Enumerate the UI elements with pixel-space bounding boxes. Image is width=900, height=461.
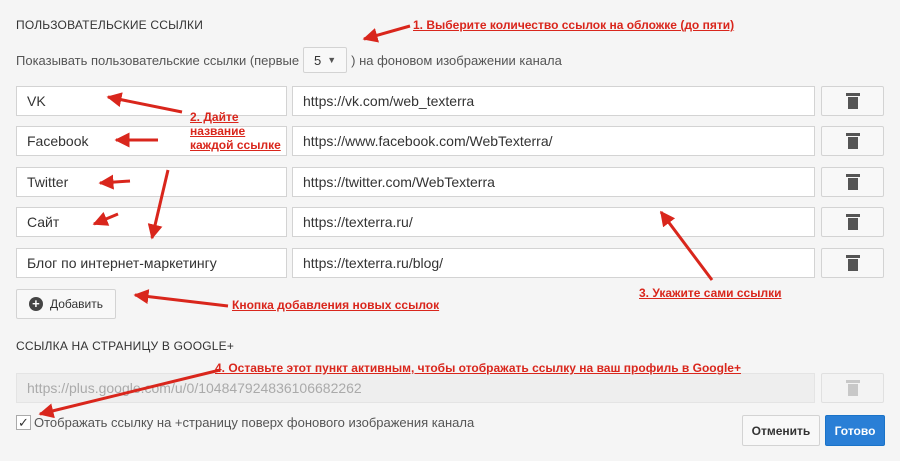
annotation-step3: 3. Укажите сами ссылки	[639, 286, 782, 300]
link-count-value: 5	[314, 52, 322, 68]
annotation-step2-line3: каждой ссылке	[190, 138, 281, 152]
link-url-input[interactable]: https://texterra.ru/	[292, 207, 815, 237]
trash-icon	[845, 214, 860, 230]
annotation-step2: 2. Дайте название каждой ссылке	[190, 110, 281, 152]
trash-icon	[845, 174, 860, 190]
show-suffix-text: ) на фоновом изображении канала	[351, 52, 562, 68]
link-count-select[interactable]: 5 ▼	[303, 47, 348, 73]
link-url-input[interactable]: https://vk.com/web_texterra	[292, 86, 815, 116]
done-button[interactable]: Готово	[825, 415, 885, 446]
arrow-add	[133, 289, 229, 308]
annotation-step2-line1: 2. Дайте	[190, 110, 239, 124]
annotation-step2-line2: название	[190, 124, 246, 138]
arrow-step1	[362, 24, 411, 43]
link-url-input[interactable]: https://www.facebook.com/WebTexterra/	[292, 126, 815, 156]
delete-link-button[interactable]	[821, 248, 884, 278]
gplus-section-title: ССЫЛКА НА СТРАНИЦУ В GOOGLE+	[16, 339, 235, 353]
gplus-checkbox-label: Отображать ссылку на +страницу поверх фо…	[34, 415, 475, 430]
trash-icon	[845, 380, 860, 396]
trash-icon	[845, 93, 860, 109]
annotation-step4: 4. Оставьте этот пункт активным, чтобы о…	[215, 361, 741, 375]
delete-link-button[interactable]	[821, 167, 884, 197]
link-url-input[interactable]: https://texterra.ru/blog/	[292, 248, 815, 278]
trash-icon	[845, 255, 860, 271]
show-prefix-text: Показывать пользовательские ссылки (перв…	[16, 52, 300, 68]
link-name-input[interactable]: Сайт	[16, 207, 287, 237]
gplus-url-input: https://plus.google.com/u/0/104847924836…	[16, 373, 815, 403]
links-section-title: ПОЛЬЗОВАТЕЛЬСКИЕ ССЫЛКИ	[16, 18, 204, 32]
gplus-show-checkbox[interactable]: ✓	[16, 415, 31, 430]
annotation-step1: 1. Выберите количество ссылок на обложке…	[413, 18, 735, 32]
checkmark-icon: ✓	[18, 415, 29, 430]
add-link-label: Добавить	[49, 297, 104, 311]
chevron-down-icon: ▼	[327, 55, 337, 65]
delete-link-button[interactable]	[821, 207, 884, 237]
delete-gplus-button	[821, 373, 884, 403]
add-link-button[interactable]: + Добавить	[16, 289, 116, 319]
link-count-row: Показывать пользовательские ссылки (перв…	[16, 47, 562, 73]
gplus-checkbox-row: ✓ Отображать ссылку на +страницу поверх …	[16, 415, 474, 430]
annotation-add-note: Кнопка добавления новых ссылок	[232, 298, 440, 312]
link-name-input[interactable]: Блог по интернет-маркетингу	[16, 248, 287, 278]
link-name-input[interactable]: Twitter	[16, 167, 287, 197]
cancel-button[interactable]: Отменить	[742, 415, 820, 446]
delete-link-button[interactable]	[821, 86, 884, 116]
link-url-input[interactable]: https://twitter.com/WebTexterra	[292, 167, 815, 197]
delete-link-button[interactable]	[821, 126, 884, 156]
plus-circle-icon: +	[28, 297, 43, 311]
trash-icon	[845, 133, 860, 149]
